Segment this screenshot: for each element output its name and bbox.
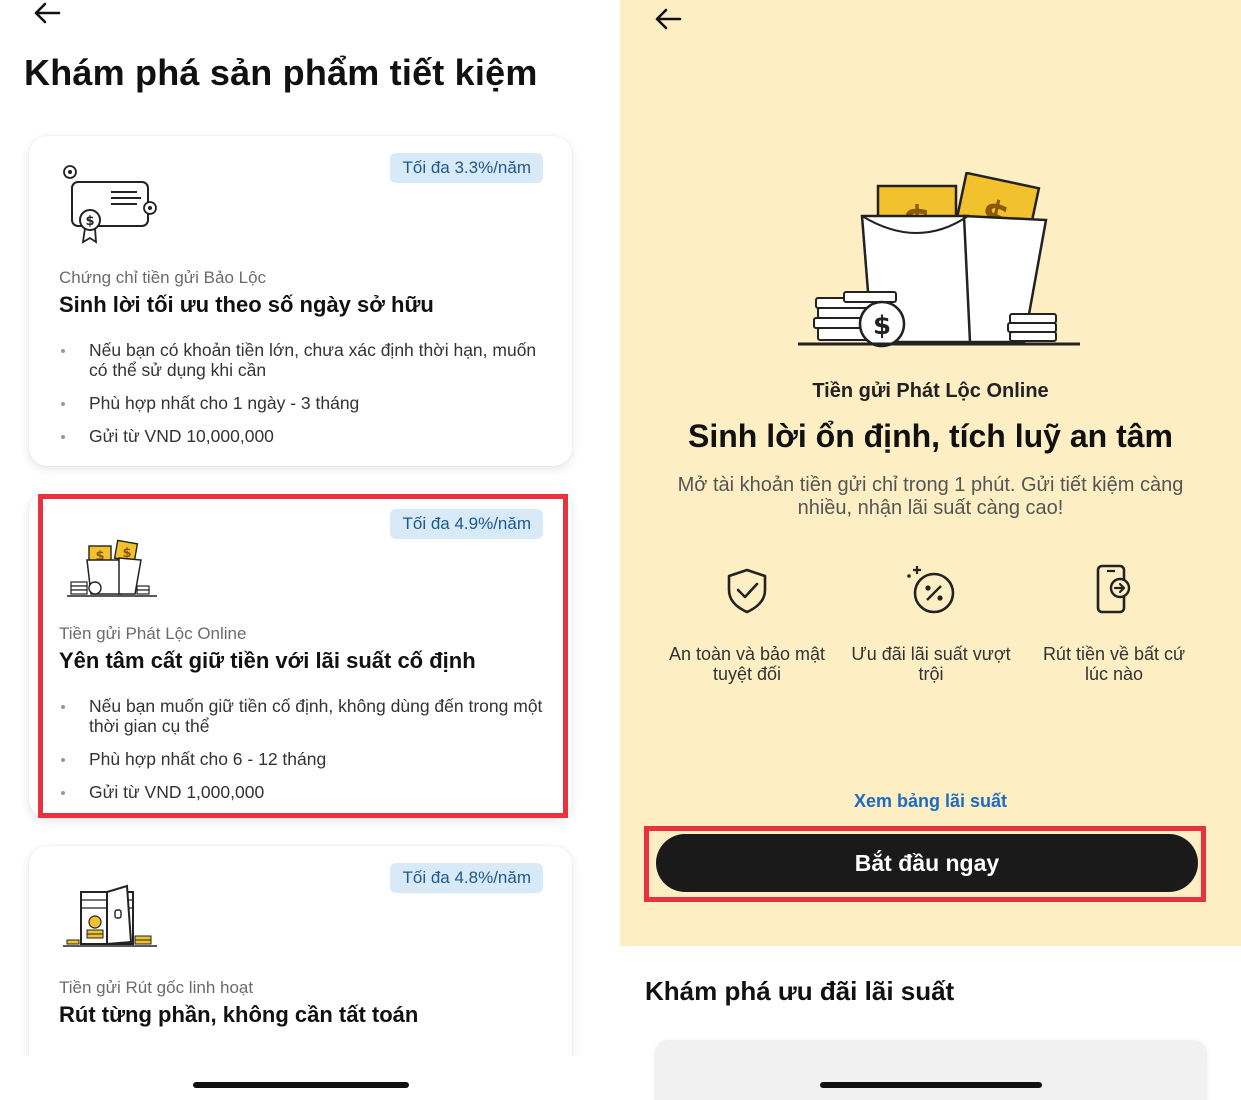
back-arrow-icon[interactable] xyxy=(648,2,688,36)
product-headline: Rút từng phần, không cần tất toán xyxy=(59,1002,419,1027)
safe-vault-icon xyxy=(59,870,163,958)
percent-badge-icon xyxy=(907,566,955,614)
section-title: Khám phá ưu đãi lãi suất xyxy=(645,976,955,1006)
left-screen: Khám phá sản phẩm tiết kiệm Tối đa 3.3%/… xyxy=(0,0,602,1100)
feature-label: An toàn và bảo mật tuyệt đối xyxy=(668,644,826,684)
rate-badge: Tối đa 3.3%/năm xyxy=(390,153,543,183)
product-name: Tiền gửi Phát Lộc Online xyxy=(812,380,1049,402)
money-envelope-illustration: $ $ $ xyxy=(798,171,1080,350)
back-arrow-icon[interactable] xyxy=(27,0,67,30)
hero-section: $ $ $ xyxy=(620,0,1241,946)
hero-description: Mở tài khoản tiền gửi chỉ trong 1 phút. … xyxy=(677,474,1184,519)
product-headline: Sinh lời tối ưu theo số ngày sở hữu xyxy=(59,292,434,317)
feature-label: Ưu đãi lãi suất vượt trội xyxy=(851,644,1011,684)
home-indicator xyxy=(820,1082,1042,1088)
svg-text:$: $ xyxy=(85,214,94,229)
bullet-item: Phù hợp nhất cho 1 ngày - 3 tháng xyxy=(59,393,552,413)
feature-withdraw: Rút tiền về bất cứ lúc nào xyxy=(1029,560,1199,684)
screen-divider xyxy=(602,0,620,1100)
bottom-safe-area xyxy=(0,1056,602,1100)
view-rate-table-link[interactable]: Xem bảng lãi suất xyxy=(620,791,1241,812)
feature-security: An toàn và bảo mật tuyệt đối xyxy=(662,560,832,684)
product-type: Chứng chỉ tiền gửi Bảo Lộc xyxy=(59,268,267,287)
feature-label: Rút tiền về bất cứ lúc nào xyxy=(1042,644,1186,684)
bullet-item: Nếu bạn có khoản tiền lớn, chưa xác định… xyxy=(59,340,552,380)
bullet-item: Gửi từ VND 10,000,000 xyxy=(59,426,552,446)
svg-text:$: $ xyxy=(873,311,891,341)
product-type: Tiền gửi Rút gốc linh hoạt xyxy=(59,978,254,997)
shield-check-icon xyxy=(727,568,767,614)
feature-interest: Ưu đãi lãi suất vượt trội xyxy=(846,560,1016,684)
hero-headline: Sinh lời ổn định, tích luỹ an tâm xyxy=(688,418,1173,454)
page-title: Khám phá sản phẩm tiết kiệm xyxy=(24,52,538,93)
highlight-frame xyxy=(38,494,568,818)
promo-card[interactable] xyxy=(655,1040,1207,1100)
certificate-icon: $ xyxy=(59,160,163,248)
highlight-frame xyxy=(644,826,1206,902)
product-card-bao-loc[interactable]: Tối đa 3.3%/năm $ Chứng chỉ tiền gửi Bảo… xyxy=(29,136,572,466)
rate-badge: Tối đa 4.8%/năm xyxy=(390,863,543,893)
right-screen: $ $ $ xyxy=(620,0,1241,1100)
product-bullets: Nếu bạn có khoản tiền lớn, chưa xác định… xyxy=(59,340,552,459)
home-indicator xyxy=(193,1082,409,1088)
phone-withdraw-icon xyxy=(1096,564,1131,614)
